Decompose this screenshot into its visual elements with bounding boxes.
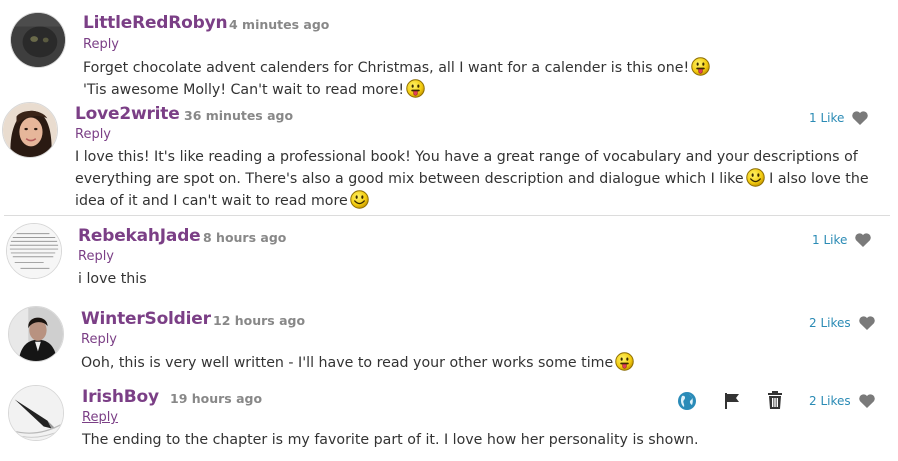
- likes-count[interactable]: 2 Likes: [809, 394, 851, 408]
- reply-link[interactable]: Reply: [75, 127, 111, 142]
- smile-icon: [746, 168, 765, 187]
- comment-body: I love this! It's like reading a profess…: [75, 147, 869, 212]
- comment-body: Forget chocolate advent calenders for Ch…: [83, 57, 710, 101]
- comment-text-line: The ending to the chapter is my favorite…: [82, 432, 699, 448]
- reply-link[interactable]: Reply: [83, 37, 119, 52]
- comment-body: The ending to the chapter is my favorite…: [82, 430, 698, 451]
- avatar[interactable]: [6, 223, 62, 279]
- man-in-suit-avatar: [9, 307, 63, 361]
- comment-text-line: 'Tis awesome Molly! Can't wait to read m…: [83, 82, 405, 98]
- comment-text-line: idea of it and I can't wait to read more: [75, 193, 348, 209]
- portrait-avatar: [3, 103, 57, 157]
- trash-icon[interactable]: [765, 390, 785, 410]
- text-quote-avatar: [7, 224, 61, 278]
- likes-count[interactable]: 1 Like: [812, 233, 847, 247]
- heart-icon[interactable]: [858, 393, 876, 409]
- comment-text-line: I also love the: [769, 171, 869, 187]
- heart-icon[interactable]: [854, 232, 872, 248]
- tongue-smiley-icon: [691, 57, 710, 76]
- comment-body: Ooh, this is very well written - I'll ha…: [81, 352, 634, 374]
- reply-link[interactable]: Reply: [82, 410, 118, 425]
- username[interactable]: RebekahJade: [78, 226, 201, 246]
- comment-time: 4 minutes ago: [229, 17, 330, 32]
- avatar[interactable]: [8, 306, 64, 362]
- black-cat-avatar: [11, 13, 65, 67]
- avatar[interactable]: [8, 385, 64, 441]
- username[interactable]: LittleRedRobyn: [83, 13, 228, 33]
- comment-time: 36 minutes ago: [184, 108, 294, 123]
- likes-count[interactable]: 2 Likes: [809, 316, 851, 330]
- globe-icon[interactable]: [677, 391, 697, 411]
- flag-icon[interactable]: [722, 391, 742, 411]
- username[interactable]: WinterSoldier: [81, 309, 211, 329]
- comment-text-line: everything are spot on. There's also a g…: [75, 171, 744, 187]
- avatar[interactable]: [2, 102, 58, 158]
- reply-link[interactable]: Reply: [81, 332, 117, 347]
- comment-body: i love this: [78, 269, 147, 290]
- comment-text-line: Ooh, this is very well written - I'll ha…: [81, 355, 614, 371]
- fountain-pen-avatar: [9, 386, 63, 440]
- username[interactable]: Love2write: [75, 104, 180, 124]
- tongue-smiley-icon: [615, 352, 634, 371]
- comment-text-line: i love this: [78, 271, 147, 287]
- reply-link[interactable]: Reply: [78, 249, 114, 264]
- avatar[interactable]: [10, 12, 66, 68]
- tongue-smiley-icon: [406, 79, 425, 98]
- likes-count[interactable]: 1 Like: [809, 111, 844, 125]
- heart-icon[interactable]: [851, 110, 869, 126]
- heart-icon[interactable]: [858, 315, 876, 331]
- smile-icon: [350, 190, 369, 209]
- comment-text-line: I love this! It's like reading a profess…: [75, 149, 858, 165]
- comment-text-line: Forget chocolate advent calenders for Ch…: [83, 60, 690, 76]
- comment-time: 19 hours ago: [170, 391, 263, 406]
- comment-time: 8 hours ago: [203, 230, 287, 245]
- comment-time: 12 hours ago: [213, 313, 306, 328]
- comment-divider: [4, 215, 890, 216]
- username[interactable]: IrishBoy: [82, 387, 159, 407]
